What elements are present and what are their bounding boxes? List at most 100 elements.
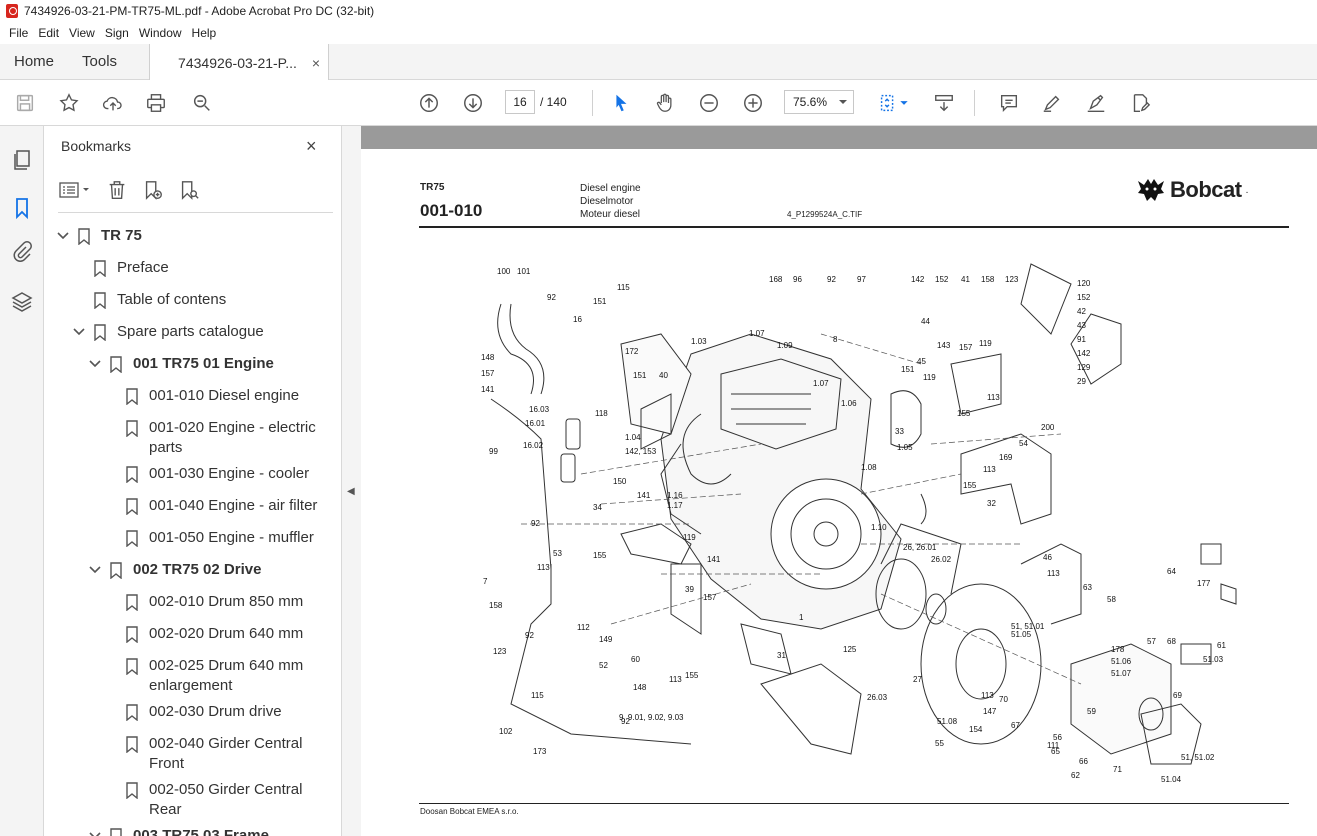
- bookmark-item[interactable]: 001 TR75 01 Engine: [44, 354, 322, 374]
- part-number-label: 152: [935, 275, 949, 284]
- bookmark-item[interactable]: 002 TR75 02 Drive: [44, 560, 322, 580]
- zoom-select[interactable]: 75.6%: [784, 90, 854, 114]
- part-number-label: 1.10: [871, 523, 887, 532]
- bobcat-head-icon: [1138, 179, 1164, 201]
- bookmark-options-icon[interactable]: [58, 180, 92, 200]
- bookmark-item[interactable]: 002-010 Drum 850 mm: [44, 592, 322, 612]
- menu-help[interactable]: Help: [187, 26, 222, 40]
- part-number-label: 155: [685, 671, 699, 680]
- menu-sign[interactable]: Sign: [100, 26, 134, 40]
- page-number-input[interactable]: 16: [505, 90, 535, 114]
- prev-page-icon[interactable]: [417, 91, 441, 115]
- upload-cloud-icon[interactable]: [101, 91, 125, 115]
- sign-icon[interactable]: [1084, 91, 1108, 115]
- bookmark-item[interactable]: 002-040 Girder Central Front: [44, 734, 322, 774]
- fit-page-icon[interactable]: [876, 91, 900, 115]
- bookmark-label: Spare parts catalogue: [117, 323, 264, 340]
- bookmarks-close-icon[interactable]: ×: [306, 136, 317, 157]
- part-number-label: 148: [481, 353, 495, 362]
- brand-mark: .: [1245, 184, 1249, 196]
- bookmarks-title: Bookmarks: [61, 138, 132, 154]
- tab-bar: Home Tools 7434926-03-21-P... ×: [0, 44, 1317, 81]
- bookmark-item[interactable]: TR 75: [44, 226, 322, 246]
- bookmark-item[interactable]: 001-050 Engine - muffler: [44, 528, 322, 548]
- comment-icon[interactable]: [997, 91, 1021, 115]
- page-description: Diesel engine Dieselmotor Moteur diesel: [580, 182, 641, 221]
- print-icon[interactable]: [144, 91, 168, 115]
- part-number-label: 27: [913, 675, 922, 684]
- bookmark-item[interactable]: 001-010 Diesel engine: [44, 386, 322, 406]
- tab-document-label: 7434926-03-21-P...: [178, 54, 297, 71]
- bookmark-item[interactable]: 002-030 Drum drive: [44, 702, 322, 722]
- main-toolbar: [0, 80, 1317, 126]
- part-number-label: 51.08: [937, 717, 958, 726]
- part-number-label: 44: [921, 317, 930, 326]
- bookmark-item[interactable]: 002-020 Drum 640 mm: [44, 624, 322, 644]
- zoom-in-icon[interactable]: [741, 91, 765, 115]
- part-number-label: 1.16: [667, 491, 683, 500]
- delete-bookmark-icon[interactable]: [106, 179, 128, 201]
- menu-view[interactable]: View: [64, 26, 100, 40]
- document-view[interactable]: TR75 001-010 Diesel engine Dieselmotor M…: [361, 126, 1317, 836]
- window-title: 7434926-03-21-PM-TR75-ML.pdf - Adobe Acr…: [24, 4, 375, 18]
- menu-window[interactable]: Window: [134, 26, 187, 40]
- part-number-label: 119: [923, 373, 936, 382]
- bookmark-label-continued: Front: [149, 755, 185, 772]
- bookmark-item[interactable]: Spare parts catalogue: [44, 322, 322, 342]
- new-bookmark-icon[interactable]: [142, 179, 164, 201]
- chevron-down-icon[interactable]: [72, 325, 86, 339]
- fit-dropdown-icon[interactable]: [898, 91, 910, 115]
- star-icon[interactable]: [57, 91, 81, 115]
- highlight-pen-icon[interactable]: [1040, 91, 1064, 115]
- bookmark-label: 002-025 Drum 640 mm: [149, 657, 304, 674]
- bookmark-item[interactable]: 002-025 Drum 640 mm enlargement: [44, 656, 322, 696]
- part-number-label: 155: [957, 409, 971, 418]
- zoom-out-icon[interactable]: [697, 91, 721, 115]
- layers-icon[interactable]: [10, 290, 34, 314]
- part-number-label: 112: [577, 623, 590, 632]
- panel-collapse-handle[interactable]: ◀: [342, 126, 361, 836]
- part-number-label: 115: [531, 691, 544, 700]
- hand-tool-icon[interactable]: [653, 91, 677, 115]
- bookmark-item[interactable]: Preface: [44, 258, 322, 278]
- select-cursor-icon[interactable]: [609, 91, 633, 115]
- part-number-label: 1.07: [813, 379, 829, 388]
- page-file-name: 4_P1299524A_C.TIF: [787, 210, 863, 219]
- bookmark-search-icon[interactable]: [178, 179, 200, 201]
- find-zoom-icon[interactable]: [190, 91, 214, 115]
- page-thumbnails-icon[interactable]: [10, 148, 34, 172]
- part-number-label: 45: [917, 357, 926, 366]
- bookmark-item[interactable]: 002-050 Girder Central Rear: [44, 780, 322, 820]
- menu-file[interactable]: File: [4, 26, 33, 40]
- tab-home[interactable]: Home: [0, 44, 68, 79]
- part-number-label: 60: [631, 655, 640, 664]
- next-page-icon[interactable]: [461, 91, 485, 115]
- desc-en: Diesel engine: [580, 183, 641, 194]
- scrolling-mode-icon[interactable]: [932, 91, 956, 115]
- edit-pdf-icon[interactable]: [1128, 91, 1152, 115]
- bookmark-item[interactable]: 001-040 Engine - air filter: [44, 496, 322, 516]
- bookmark-item[interactable]: 001-020 Engine - electric parts: [44, 418, 322, 458]
- chevron-down-icon[interactable]: [88, 563, 102, 577]
- chevron-down-icon[interactable]: [88, 829, 102, 836]
- bookmark-item[interactable]: Table of contens: [44, 290, 322, 310]
- menu-edit[interactable]: Edit: [33, 26, 64, 40]
- save-icon[interactable]: [13, 91, 37, 115]
- tab-tools[interactable]: Tools: [68, 44, 131, 79]
- part-number-label: 58: [1107, 595, 1116, 604]
- desc-fr: Moteur diesel: [580, 209, 641, 220]
- tab-close-icon[interactable]: ×: [312, 55, 320, 71]
- bookmark-panel-icon[interactable]: [10, 196, 34, 220]
- part-number-label: 1: [799, 613, 804, 622]
- bookmark-item[interactable]: 001-030 Engine - cooler: [44, 464, 322, 484]
- attachments-icon[interactable]: [10, 240, 34, 264]
- part-number-label: 99: [489, 447, 498, 456]
- chevron-down-icon[interactable]: [88, 357, 102, 371]
- bookmark-label: TR 75: [101, 227, 142, 244]
- bookmark-item[interactable]: 003 TR75 03 Frame: [44, 826, 322, 836]
- part-number-label: 65: [1051, 747, 1060, 756]
- part-number-label: 150: [613, 477, 627, 486]
- part-number-label: 52: [599, 661, 608, 670]
- chevron-down-icon[interactable]: [56, 229, 70, 243]
- tab-document[interactable]: 7434926-03-21-P... ×: [149, 44, 330, 81]
